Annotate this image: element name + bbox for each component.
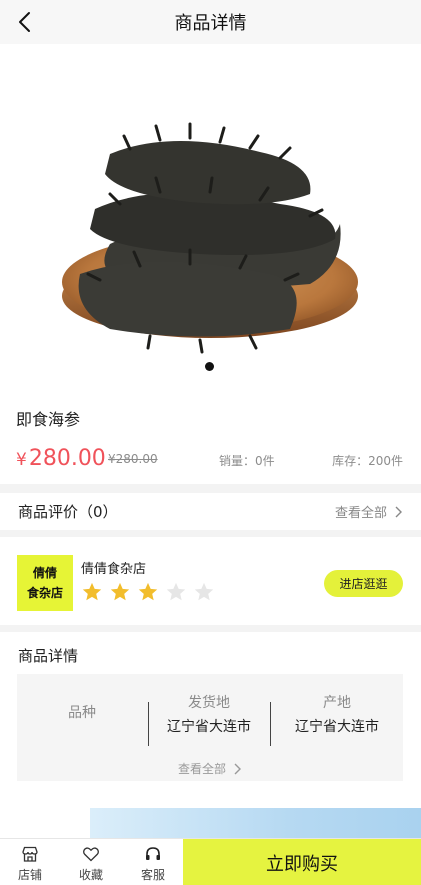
chevron-left-icon[interactable] [14,10,38,34]
tab-customer-service[interactable]: 客服 [133,845,173,883]
spec-variety: 品种 [17,674,147,754]
buy-now-button[interactable]: 立即购买 [183,839,421,885]
carousel-indicator-dot[interactable] [205,362,214,371]
star-filled-icon [110,582,130,601]
reviews-view-all-label: 查看全部 [334,506,387,521]
details-view-all-label: 查看全部 [177,762,226,776]
currency-symbol: ¥ [16,450,27,470]
shop-logo-line1: 倩倩 [32,566,57,580]
spec-key: 产地 [323,695,351,711]
shop-logo-line2: 食杂店 [26,586,63,600]
product-name: 即食海参 [16,410,81,429]
shop-name: 倩倩食杂店 [81,562,147,577]
star-filled-icon [138,582,158,601]
tab-favorite-label: 收藏 [78,868,103,882]
heart-icon [83,847,99,862]
top-bar: 商品详情 [0,0,421,44]
reviews-view-all-link[interactable]: 查看全部 [335,502,403,521]
product-info-card: 即食海参 ¥280.00 ¥280.00 销量：0件 库存：200件 [0,384,421,484]
chevron-right-icon [395,506,402,517]
shop-logo[interactable]: 倩倩 食杂店 [17,555,73,611]
product-price: ¥280.00 [16,445,106,474]
page-title: 商品详情 [174,13,247,34]
store-icon [22,846,38,862]
detail-image-sky [90,808,421,838]
shop-card: 倩倩 食杂店 倩倩食杂店 进店逛逛 [0,537,421,625]
stock-count: 库存：200件 [332,454,403,468]
spec-value: 辽宁省大连市 [295,719,379,735]
spec-ship-from: 发货地 辽宁省大连市 [148,674,270,754]
product-image-carousel[interactable] [0,44,421,384]
spec-table: 品种 发货地 辽宁省大连市 产地 辽宁省大连市 查看全部 [17,674,403,781]
sales-count: 销量：0件 [219,454,275,468]
original-price: ¥280.00 [108,452,158,466]
reviews-label: 商品评价（0） [18,503,118,521]
spec-value: 辽宁省大连市 [167,719,251,735]
spec-origin: 产地 辽宁省大连市 [271,674,403,754]
chevron-right-icon [234,763,241,774]
shop-rating [81,581,215,603]
star-filled-icon [82,582,102,601]
star-empty-icon [166,582,186,601]
tab-favorite[interactable]: 收藏 [71,845,111,883]
spec-key: 发货地 [188,695,230,711]
star-empty-icon [194,582,214,601]
tab-customer-service-label: 客服 [140,868,165,882]
product-image [62,122,358,354]
details-view-all-link[interactable]: 查看全部 [17,760,403,777]
spec-key: 品种 [68,705,96,721]
details-label: 商品详情 [18,647,79,665]
detail-image-preview [0,800,421,838]
reviews-section: 商品评价（0） 查看全部 [0,493,421,530]
price-value: 280.00 [28,446,106,471]
tab-store-label: 店铺 [17,868,42,882]
tab-store[interactable]: 店铺 [10,845,50,883]
bottom-action-bar: 店铺 收藏 客服 立即购买 [0,838,421,885]
headset-icon [146,847,160,860]
product-details-section: 商品详情 品种 发货地 辽宁省大连市 产地 辽宁省大连市 查看全部 [0,632,421,800]
visit-shop-button[interactable]: 进店逛逛 [324,570,403,597]
